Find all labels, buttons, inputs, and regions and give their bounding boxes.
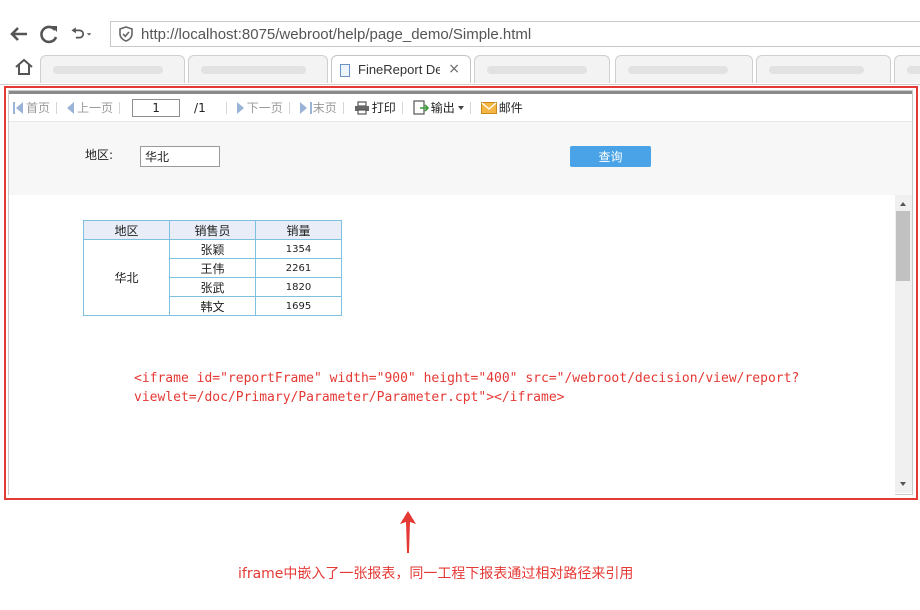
- printer-icon: [354, 100, 369, 115]
- last-page-icon: [299, 101, 307, 114]
- page-icon: [340, 64, 350, 77]
- print-label: 打印: [371, 101, 396, 115]
- dropdown-arrow-icon: [457, 105, 464, 110]
- prev-page-icon: [67, 101, 75, 114]
- region-input[interactable]: [140, 146, 220, 167]
- undo-icon: [71, 27, 92, 39]
- chrome-divider: [0, 84, 920, 85]
- parameter-pane: 地区: 查询: [9, 122, 912, 226]
- export-label: 输出: [430, 101, 455, 115]
- tab-blurred-4[interactable]: [615, 55, 753, 83]
- export-button[interactable]: 输出: [413, 99, 464, 116]
- toolbar-divider: [342, 101, 344, 114]
- toolbar-divider: [56, 101, 58, 114]
- scroll-up-icon[interactable]: [900, 202, 906, 206]
- prev-page-button[interactable]: 上一页: [67, 99, 113, 116]
- home-icon: [15, 58, 33, 75]
- envelope-icon: [480, 101, 497, 114]
- amount-cell: 2261: [255, 258, 342, 278]
- tab-blurred-2[interactable]: [188, 55, 328, 83]
- header-amount: 销量: [255, 220, 342, 240]
- report-iframe: 首页 上一页 /1 下一页 末页 打印: [8, 90, 913, 495]
- shield-icon: [117, 25, 135, 43]
- annotation-arrow-icon: [400, 511, 416, 553]
- toolbar-divider: [225, 101, 227, 114]
- url-text: http://localhost:8075/webroot/help/page_…: [141, 25, 532, 43]
- annotation-text: iframe中嵌入了一张报表，同一工程下报表通过相对路径来引用: [238, 566, 634, 582]
- tab-strip: FineReport Demo ×: [40, 53, 920, 83]
- page-total: /1: [194, 100, 206, 115]
- vertical-scrollbar[interactable]: [895, 195, 912, 493]
- report-content: 地区 销售员 销量 华北 张颖 1354 王伟 2261 张武 1820 韩文 …: [9, 195, 895, 495]
- tab-blurred-3[interactable]: [474, 55, 610, 83]
- scrollbar-thumb[interactable]: [896, 211, 910, 281]
- next-page-icon: [236, 101, 244, 114]
- amount-cell: 1695: [255, 296, 342, 316]
- amount-cell: 1354: [255, 239, 342, 259]
- toolbar-divider: [469, 101, 471, 114]
- tab-blurred-6[interactable]: [894, 55, 920, 83]
- tab-title: FineReport Demo: [358, 62, 440, 77]
- prev-page-label: 上一页: [77, 101, 114, 115]
- first-page-button[interactable]: 首页: [13, 99, 50, 116]
- print-button[interactable]: 打印: [354, 99, 396, 116]
- mail-button[interactable]: 邮件: [480, 99, 523, 116]
- next-page-label: 下一页: [246, 101, 283, 115]
- toolbar-divider: [288, 101, 290, 114]
- iframe-code-snippet: <iframe id="reportFrame" width="900" hei…: [134, 369, 799, 407]
- toolbar-divider: [119, 101, 121, 114]
- table-row: 华北 张颖 1354: [83, 239, 342, 316]
- reload-button[interactable]: [38, 22, 60, 46]
- query-button[interactable]: 查询: [570, 146, 651, 167]
- code-line-2: viewlet=/doc/Primary/Parameter/Parameter…: [134, 390, 565, 405]
- first-page-label: 首页: [26, 101, 51, 115]
- code-line-1: <iframe id="reportFrame" width="900" hei…: [134, 371, 800, 386]
- last-page-button[interactable]: 末页: [299, 99, 337, 116]
- region-label: 地区:: [85, 148, 114, 162]
- last-page-label: 末页: [312, 101, 337, 115]
- arrow-left-icon: [10, 27, 27, 41]
- reload-icon: [40, 25, 58, 44]
- salesperson-cell: 韩文: [169, 296, 256, 316]
- region-cell: 华北: [83, 239, 170, 316]
- export-icon: [413, 100, 429, 115]
- back-button[interactable]: [8, 22, 30, 46]
- tab-blurred-5[interactable]: [756, 55, 891, 83]
- undo-close-tab-button[interactable]: [70, 22, 92, 46]
- sales-table: 地区 销售员 销量 华北 张颖 1354 王伟 2261 张武 1820 韩文 …: [83, 220, 342, 316]
- amount-cell: 1820: [255, 277, 342, 297]
- home-button[interactable]: [14, 58, 36, 78]
- table-header-row: 地区 销售员 销量: [83, 220, 342, 240]
- header-salesperson: 销售员: [169, 220, 256, 240]
- next-page-button[interactable]: 下一页: [236, 99, 283, 116]
- toolbar-divider: [401, 101, 403, 114]
- page-number-input[interactable]: [132, 98, 181, 117]
- close-tab-icon[interactable]: ×: [448, 61, 460, 77]
- salesperson-cell: 王伟: [169, 258, 256, 278]
- salesperson-cell: 张颖: [169, 239, 256, 259]
- tab-blurred-1[interactable]: [40, 55, 185, 83]
- address-bar[interactable]: http://localhost:8075/webroot/help/page_…: [110, 21, 920, 47]
- header-region: 地区: [83, 220, 170, 240]
- report-toolbar: 首页 上一页 /1 下一页 末页 打印: [9, 94, 912, 122]
- first-page-icon: [13, 101, 15, 114]
- tab-finereport-demo[interactable]: FineReport Demo ×: [331, 55, 471, 83]
- mail-label: 邮件: [498, 101, 523, 115]
- salesperson-cell: 张武: [169, 277, 256, 297]
- scroll-down-icon[interactable]: [900, 482, 906, 486]
